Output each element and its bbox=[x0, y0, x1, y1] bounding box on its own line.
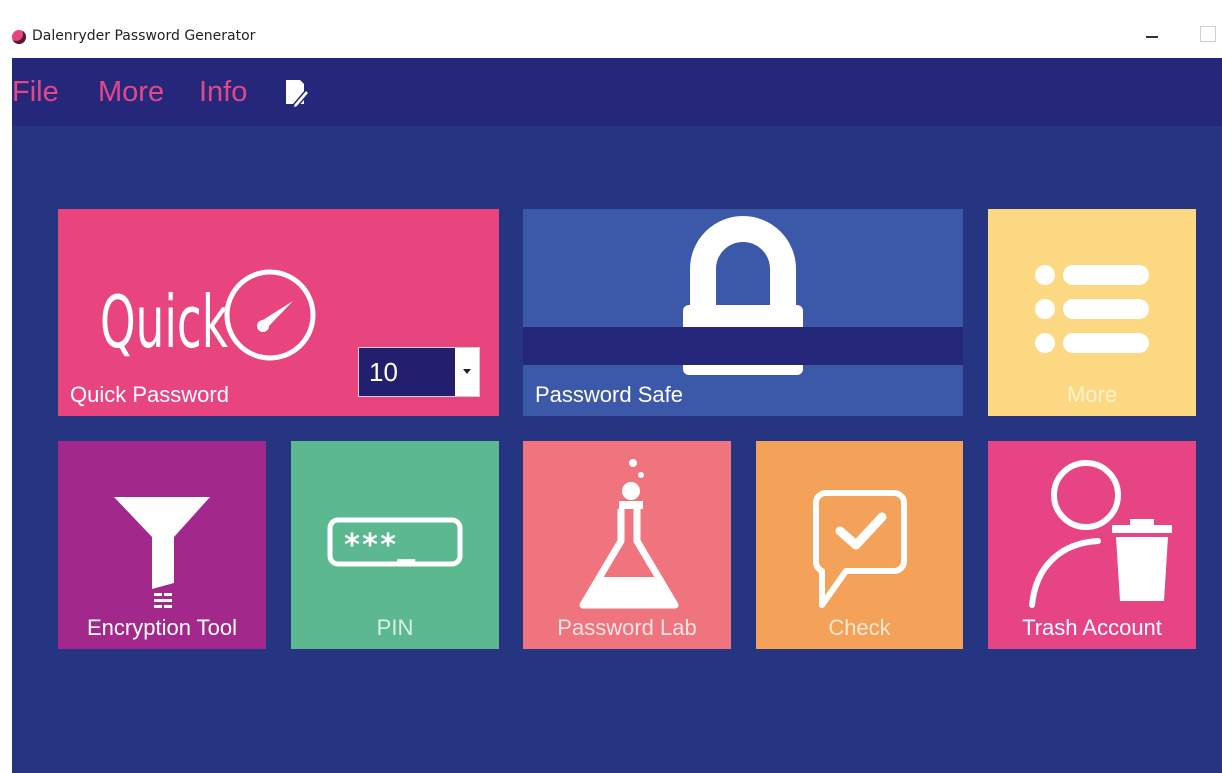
tile-label-more: More bbox=[1066, 382, 1118, 407]
check-bubble-icon bbox=[813, 490, 907, 608]
pin-mask-text: ***_ bbox=[343, 528, 416, 563]
menu-more[interactable]: More bbox=[98, 76, 164, 109]
tile-quick-password[interactable]: Quick 10 Quick Password bbox=[58, 209, 499, 416]
tile-encryption-tool[interactable]: Encryption Tool bbox=[58, 441, 266, 649]
main-area: File More Info Quick 10 Quick Password P… bbox=[12, 58, 1222, 773]
tile-more[interactable]: More bbox=[988, 209, 1196, 416]
pin-field-icon: ***_ bbox=[327, 517, 463, 567]
minimize-icon bbox=[1146, 36, 1158, 38]
title-bar: Dalenryder Password Generator bbox=[0, 0, 1222, 58]
app-window: Dalenryder Password Generator File More … bbox=[0, 0, 1222, 773]
quick-logo-text: Quick bbox=[100, 280, 228, 364]
tile-pin[interactable]: ***_ PIN bbox=[291, 441, 499, 649]
tile-label-encryption-tool: Encryption Tool bbox=[86, 615, 237, 640]
tile-check[interactable]: Check bbox=[756, 441, 963, 649]
tile-label-password-lab: Password Lab bbox=[557, 615, 697, 640]
menu-info[interactable]: Info bbox=[199, 76, 247, 109]
quick-logo: Quick bbox=[100, 269, 316, 364]
flask-icon bbox=[579, 459, 679, 609]
user-trash-icon bbox=[1029, 460, 1172, 608]
list-icon bbox=[1035, 265, 1149, 353]
tile-password-lab[interactable]: Password Lab bbox=[523, 441, 731, 649]
maximize-button[interactable] bbox=[1200, 26, 1216, 42]
tile-password-safe[interactable]: Password Safe bbox=[523, 209, 963, 416]
app-icon bbox=[12, 30, 26, 44]
minimize-button[interactable] bbox=[1138, 22, 1168, 46]
window-title: Dalenryder Password Generator bbox=[32, 28, 256, 44]
tile-label-password-safe: Password Safe bbox=[535, 382, 683, 407]
notepad-icon[interactable] bbox=[284, 78, 310, 108]
menu-bar: File More Info bbox=[12, 58, 1222, 126]
tile-label-quick-password: Quick Password bbox=[70, 382, 229, 407]
tile-label-trash-account: Trash Account bbox=[1022, 615, 1162, 640]
menu-file[interactable]: File bbox=[12, 76, 59, 109]
chevron-down-icon bbox=[463, 369, 471, 374]
tile-label-pin: PIN bbox=[376, 615, 414, 640]
tile-label-check: Check bbox=[828, 615, 891, 640]
tile-trash-account[interactable]: Trash Account bbox=[988, 441, 1196, 649]
funnel-icon bbox=[114, 497, 210, 608]
